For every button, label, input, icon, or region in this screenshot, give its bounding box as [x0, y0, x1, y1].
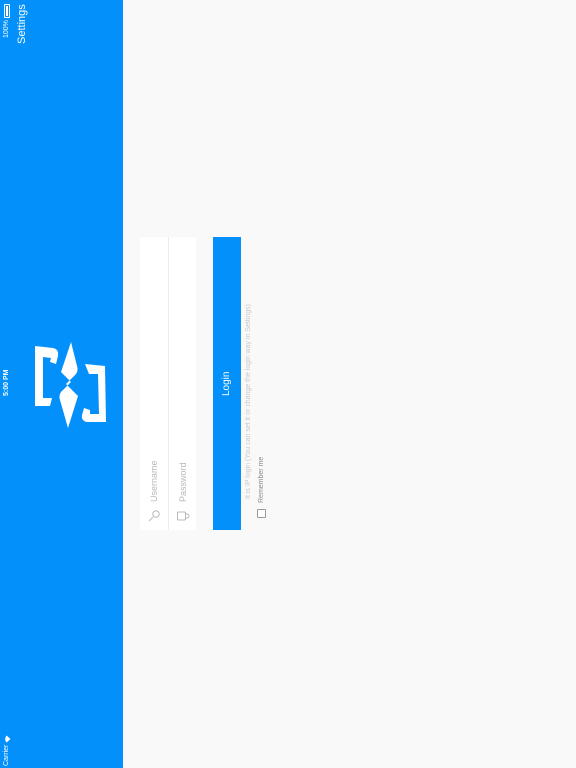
- password-input[interactable]: Password: [177, 462, 189, 502]
- app-logo-icon: [35, 342, 106, 428]
- username-field[interactable]: Username: [140, 237, 168, 530]
- wifi-icon: [4, 735, 10, 743]
- remember-me-label[interactable]: Remember me: [257, 457, 267, 503]
- carrier-label: Carrier: [3, 744, 10, 766]
- status-time: 5:00 PM: [3, 369, 10, 396]
- login-button-label: Login: [221, 371, 232, 396]
- user-icon: [148, 510, 160, 522]
- login-hint: It is IP login (You can set it or change…: [245, 304, 252, 499]
- sidebar: Carrier 5:00 PM 100% Settings: [0, 0, 123, 768]
- battery-icon: [4, 4, 10, 19]
- lock-icon: [177, 511, 190, 521]
- password-field[interactable]: Password: [169, 237, 197, 530]
- username-input[interactable]: Username: [148, 460, 160, 502]
- battery-percent: 100%: [3, 20, 10, 38]
- status-carrier: Carrier: [2, 735, 12, 766]
- settings-link[interactable]: Settings: [15, 4, 29, 44]
- status-battery: 100%: [2, 4, 12, 38]
- login-button[interactable]: Login: [213, 237, 241, 530]
- remember-me-checkbox[interactable]: [257, 509, 266, 518]
